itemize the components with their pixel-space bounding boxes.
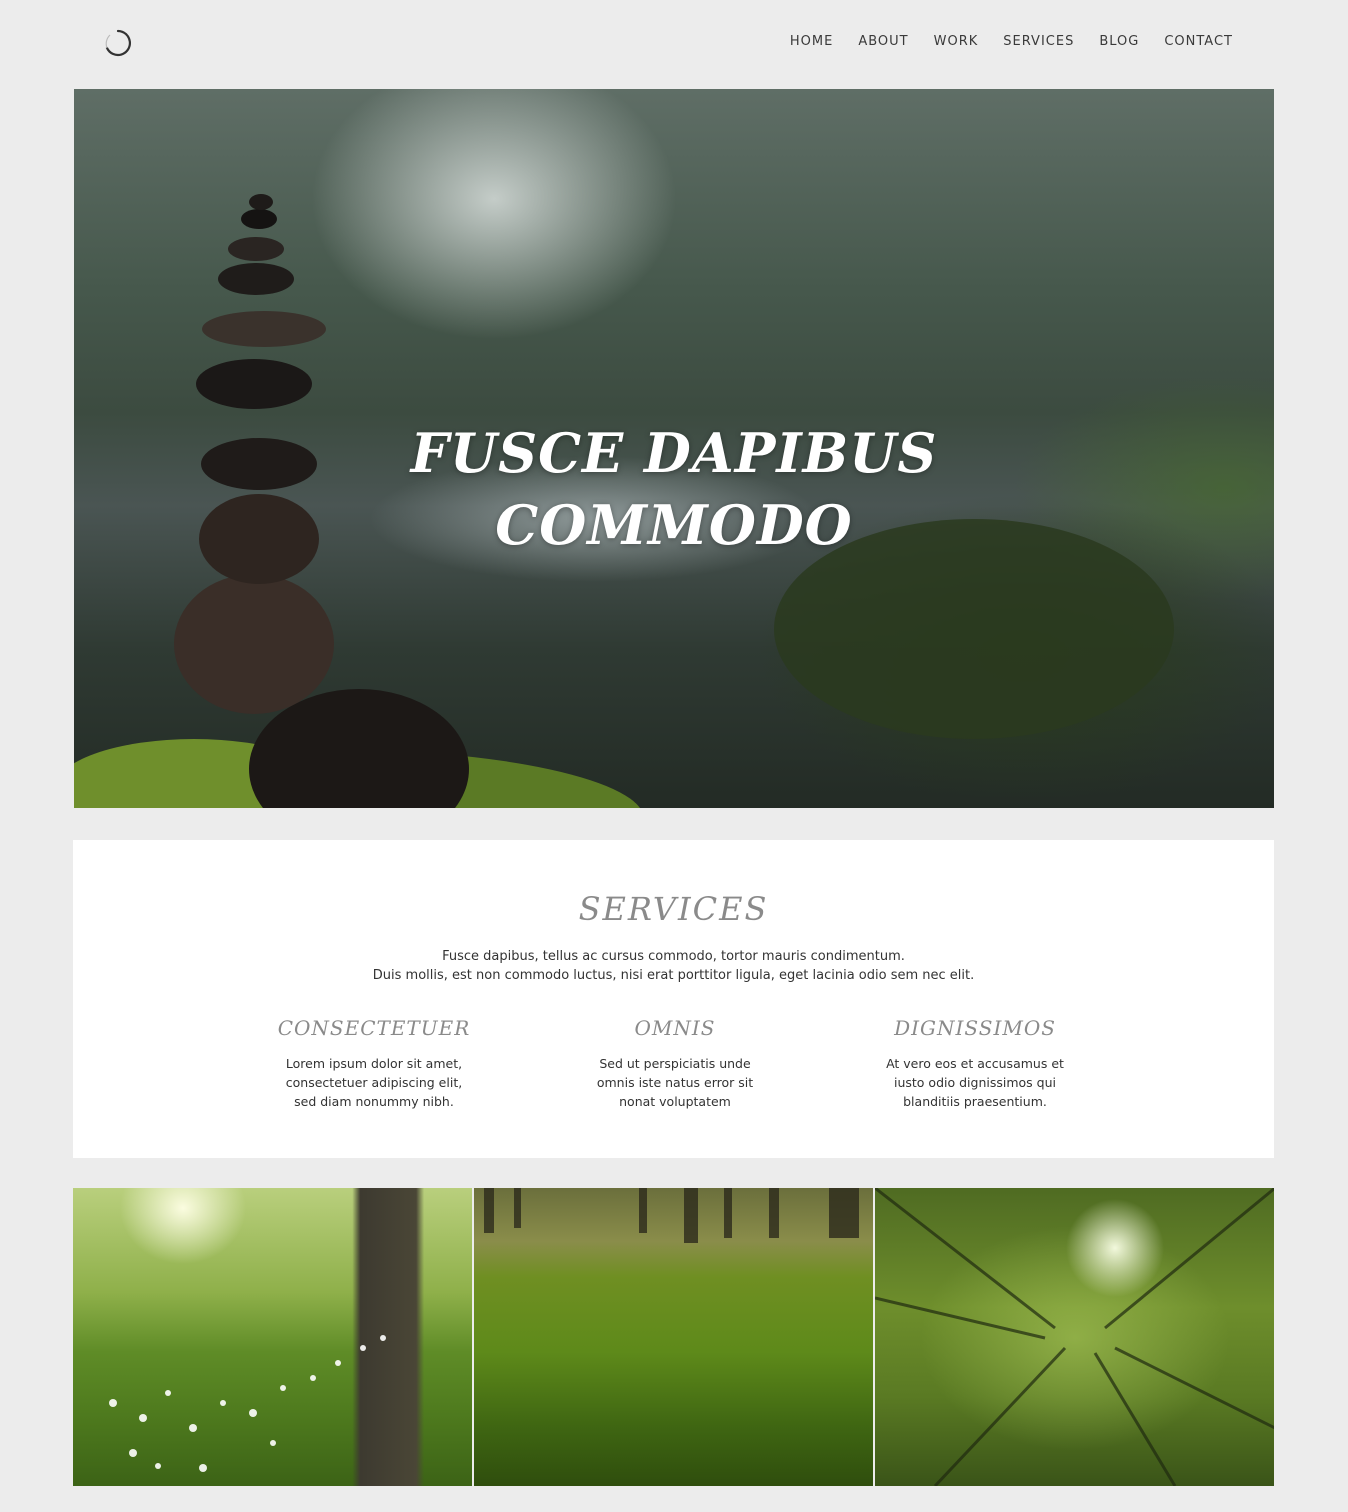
service-column-omnis: OMNIS Sed ut perspiciatis unde omnis ist…: [525, 1016, 825, 1111]
service-text-line: At vero eos et accusamus et: [886, 1056, 1064, 1071]
service-text: At vero eos et accusamus et iusto odio d…: [825, 1054, 1125, 1111]
hero-title-line-2: COMMODO: [495, 493, 853, 558]
photo-gallery: [73, 1188, 1274, 1486]
service-text: Lorem ipsum dolor sit amet, consectetuer…: [224, 1054, 524, 1111]
nav-services[interactable]: SERVICES: [1003, 34, 1074, 49]
circle-loader-icon[interactable]: [103, 28, 133, 58]
service-heading: CONSECTETUER: [277, 1016, 471, 1040]
nav-work[interactable]: WORK: [934, 34, 979, 49]
service-heading: OMNIS: [634, 1016, 716, 1040]
service-text-line: consectetuer adipiscing elit,: [285, 1075, 463, 1090]
services-title: SERVICES: [578, 890, 769, 928]
hero-banner: FUSCE DAPIBUS COMMODO: [74, 89, 1274, 808]
service-text-line: nonat voluptatem: [619, 1094, 731, 1109]
flowers-decoration: [109, 1335, 386, 1472]
services-intro: Fusce dapibus, tellus ac cursus commodo,…: [73, 947, 1274, 985]
hero-title-line-1: FUSCE DAPIBUS: [410, 421, 938, 486]
nav-contact[interactable]: CONTACT: [1164, 34, 1233, 49]
gallery-image-moss[interactable]: [474, 1188, 873, 1486]
gallery-image-canopy[interactable]: [875, 1188, 1274, 1486]
service-text: Sed ut perspiciatis unde omnis iste natu…: [525, 1054, 825, 1111]
nav-about[interactable]: ABOUT: [858, 34, 908, 49]
nav-blog[interactable]: BLOG: [1099, 34, 1139, 49]
services-intro-line: Fusce dapibus, tellus ac cursus commodo,…: [442, 949, 905, 964]
nav-home[interactable]: HOME: [790, 34, 833, 49]
service-text-line: Sed ut perspiciatis unde: [599, 1056, 751, 1071]
service-heading: DIGNISSIMOS: [894, 1016, 1056, 1040]
service-text-line: iusto odio dignissimos qui: [894, 1075, 1056, 1090]
service-text-line: omnis iste natus error sit: [596, 1075, 754, 1090]
site-header: HOME ABOUT WORK SERVICES BLOG CONTACT: [73, 0, 1275, 88]
service-text-line: Lorem ipsum dolor sit amet,: [285, 1056, 463, 1071]
tree-trunks-decoration: [484, 1188, 859, 1243]
service-column-dignissimos: DIGNISSIMOS At vero eos et accusamus et …: [825, 1016, 1125, 1111]
hero-title: FUSCE DAPIBUS COMMODO: [74, 417, 1274, 561]
services-intro-line: Duis mollis, est non commodo luctus, nis…: [372, 968, 975, 983]
canopy-branches-decoration: [875, 1188, 1274, 1486]
main-nav: HOME ABOUT WORK SERVICES BLOG CONTACT: [765, 34, 1233, 49]
gallery-image-meadow[interactable]: [73, 1188, 472, 1486]
service-column-consectetuer: CONSECTETUER Lorem ipsum dolor sit amet,…: [224, 1016, 524, 1111]
services-section: SERVICES Fusce dapibus, tellus ac cursus…: [73, 840, 1274, 1158]
service-text-line: blanditiis praesentium.: [903, 1094, 1047, 1109]
service-text-line: sed diam nonummy nibh.: [294, 1094, 454, 1109]
